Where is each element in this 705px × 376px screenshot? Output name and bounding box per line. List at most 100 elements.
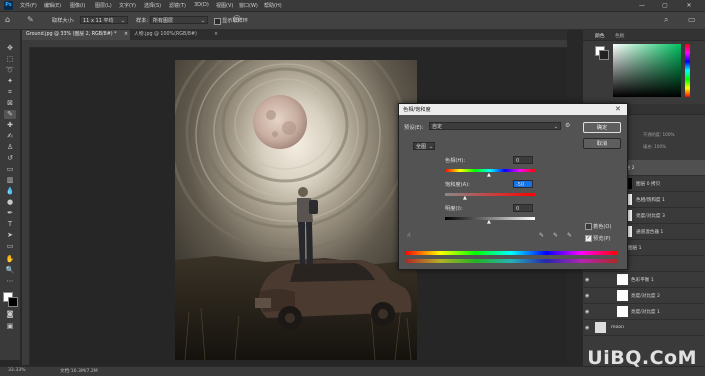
color-picker-field[interactable]	[613, 44, 681, 97]
healing-brush-icon[interactable]: ✚	[4, 121, 16, 130]
menu-layer[interactable]: 图层(L)	[95, 2, 112, 9]
panel-bg-swatch[interactable]	[599, 50, 609, 60]
crop-tool-icon[interactable]: ⌗	[4, 88, 16, 97]
menu-bar: Ps 文件(F) 编辑(E) 图像(I) 图层(L) 文字(Y) 选择(S) 滤…	[0, 0, 705, 12]
layer-name: 色彩平衡 1	[631, 278, 654, 283]
options-bar: ⌂ ✎ 取样大小: 11 x 11 平均 ⌄ 样本: 所有图层 ⌄ 显示取样环 ◎ …	[0, 12, 705, 30]
background-color-swatch[interactable]	[8, 297, 18, 307]
menu-3d[interactable]: 3D(D)	[194, 2, 209, 8]
channel-select[interactable]: 全图 ⌄	[413, 142, 435, 150]
zoom-level[interactable]: 33.33%	[8, 368, 26, 373]
sample-size-select[interactable]: 11 x 11 平均 ⌄	[80, 16, 128, 24]
lasso-tool-icon[interactable]: ➰	[4, 66, 16, 75]
eyedropper-tool-icon[interactable]: ✎	[4, 110, 16, 119]
cancel-button[interactable]: 取消	[583, 138, 621, 149]
eraser-tool-icon[interactable]: ▭	[4, 165, 16, 174]
move-tool-icon[interactable]: ✥	[4, 44, 16, 53]
lightness-input[interactable]: 0	[513, 204, 533, 212]
preset-select[interactable]: 自定 ⌄	[429, 122, 561, 130]
output-spectrum-bar	[405, 259, 617, 263]
ring-target-icon[interactable]: ◎	[233, 14, 241, 24]
eye-icon[interactable]: ◉	[585, 309, 589, 315]
targeted-adjust-icon[interactable]: ☝	[407, 232, 411, 239]
show-ring-checkbox[interactable]	[214, 18, 221, 25]
menu-edit[interactable]: 编辑(E)	[44, 2, 61, 9]
dodge-tool-icon[interactable]: ●	[4, 198, 16, 207]
lightness-slider-thumb[interactable]: ▲	[487, 219, 491, 225]
minimize-button[interactable]: —	[633, 0, 651, 11]
layer-row[interactable]: ◉ moon	[583, 320, 705, 336]
color-panel-tabs: 颜色 色板	[583, 30, 705, 41]
blur-tool-icon[interactable]: 💧	[4, 187, 16, 196]
hand-tool-icon[interactable]: ✋	[4, 255, 16, 264]
tab-person[interactable]: 人物.jpg @ 100%(RGB/8#) ×	[130, 30, 220, 40]
ok-button[interactable]: 确定	[583, 122, 621, 133]
horizontal-ruler	[22, 40, 567, 48]
menu-view[interactable]: 视图(V)	[216, 2, 233, 9]
eyedropper-tool-icon[interactable]: ✎	[27, 15, 34, 24]
type-tool-icon[interactable]: T	[4, 220, 16, 229]
eye-icon[interactable]: ◉	[585, 325, 589, 331]
menu-select[interactable]: 选择(S)	[144, 2, 161, 9]
workspace-icon[interactable]: ▭	[688, 15, 696, 24]
home-icon[interactable]: ⌂	[5, 15, 10, 24]
menu-image[interactable]: 图像(I)	[70, 2, 85, 9]
layer-name: 通道混合器 1	[636, 230, 664, 235]
quick-mask-icon[interactable]: ◙	[4, 310, 16, 319]
tab-swatches[interactable]: 色板	[615, 32, 625, 39]
brush-tool-icon[interactable]: ✍	[4, 132, 16, 141]
colorize-checkbox[interactable]	[585, 223, 592, 230]
preview-checkbox[interactable]: ✓	[585, 235, 592, 242]
tab-close-icon[interactable]: ×	[214, 30, 218, 40]
tab-close-icon[interactable]: ×	[124, 30, 128, 40]
eyedropper-icon[interactable]: ✎	[539, 232, 544, 239]
sample-value: 所有图层	[153, 18, 174, 24]
quick-select-tool-icon[interactable]: ✦	[4, 77, 16, 86]
pen-tool-icon[interactable]: ✒	[4, 209, 16, 218]
close-window-button[interactable]: ✕	[680, 0, 698, 11]
marquee-tool-icon[interactable]: ⬚	[4, 55, 16, 64]
document-image[interactable]	[175, 60, 417, 360]
eyedropper-plus-icon[interactable]: ✎	[553, 232, 558, 239]
tab-color[interactable]: 颜色	[595, 32, 605, 39]
hue-input[interactable]: 0	[513, 156, 533, 164]
gear-icon[interactable]: ⚙	[565, 122, 570, 129]
menu-type[interactable]: 文字(Y)	[119, 2, 136, 9]
menu-filter[interactable]: 滤镜(T)	[169, 2, 186, 9]
layer-row[interactable]: ◉ 亮度/对比度 2	[583, 288, 705, 304]
layer-row[interactable]: ◉ 亮度/对比度 1	[583, 304, 705, 320]
saturation-input[interactable]: -50	[513, 180, 533, 188]
maximize-button[interactable]: ▢	[656, 0, 674, 11]
menu-window[interactable]: 窗口(W)	[239, 2, 258, 9]
photoshop-logo: Ps	[4, 1, 13, 10]
fill-label[interactable]: 填充: 100%	[643, 144, 666, 150]
saturation-slider-thumb[interactable]: ▲	[463, 195, 467, 201]
tab-ground[interactable]: Ground.jpg @ 33% (图层 2, RGB/8#) * ×	[22, 30, 130, 40]
search-icon[interactable]: ⌕	[664, 15, 668, 25]
more-tools-icon[interactable]: ⋯	[4, 277, 16, 286]
history-brush-icon[interactable]: ↺	[4, 154, 16, 163]
menu-file[interactable]: 文件(F)	[20, 2, 37, 9]
sample-size-value: 11 x 11 平均	[83, 18, 114, 24]
zoom-tool-icon[interactable]: 🔍	[4, 266, 16, 275]
path-select-icon[interactable]: ➤	[4, 231, 16, 240]
frame-tool-icon[interactable]: ⊠	[4, 99, 16, 108]
eye-icon[interactable]: ◉	[585, 277, 589, 283]
opacity-label[interactable]: 不透明度: 100%	[643, 132, 674, 138]
menu-help[interactable]: 帮助(H)	[264, 2, 282, 9]
eye-icon[interactable]: ◉	[585, 293, 589, 299]
dialog-close-icon[interactable]: ✕	[615, 105, 621, 113]
eyedropper-minus-icon[interactable]: ✎	[567, 232, 572, 239]
layer-thumbnail	[617, 274, 628, 285]
layer-thumbnail	[617, 306, 628, 317]
hue-slider-thumb[interactable]: ▲	[487, 172, 491, 178]
hue-saturation-dialog: 色相/饱和度 ✕ 预设(E): 自定 ⌄ ⚙ 确定 取消 全图 ⌄ 色相(H): 0…	[398, 103, 628, 270]
gradient-tool-icon[interactable]: ▥	[4, 176, 16, 185]
screen-mode-icon[interactable]: ▣	[4, 322, 16, 331]
layer-row[interactable]: ◉ 色彩平衡 1	[583, 272, 705, 288]
sample-select[interactable]: 所有图层 ⌄	[150, 16, 208, 24]
rectangle-tool-icon[interactable]: ▭	[4, 242, 16, 251]
hue-slider[interactable]	[685, 44, 690, 97]
input-spectrum-bar	[405, 251, 617, 255]
stamp-tool-icon[interactable]: ♙	[4, 143, 16, 152]
